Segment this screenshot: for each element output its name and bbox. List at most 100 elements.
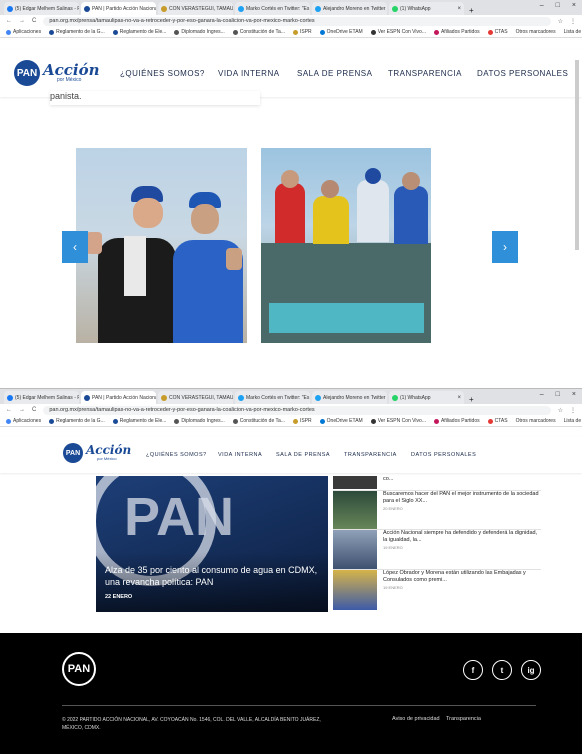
- menu-icon[interactable]: ⋮: [570, 18, 576, 25]
- bookmark-label: Afiliados Partidos: [440, 29, 480, 35]
- news-title: López Obrador y Morena están utilizando …: [383, 570, 526, 583]
- star-icon[interactable]: ☆: [558, 407, 563, 414]
- bookmark-item[interactable]: CTAS: [487, 418, 508, 424]
- footer-pan-logo[interactable]: PAN: [62, 652, 96, 686]
- pan-logo[interactable]: PAN Acción por México: [14, 60, 100, 86]
- bookmark-label: Ver ESPN Con Vivo...: [377, 418, 426, 424]
- bookmarks-bar-2: Aplicaciones Reglamento de la G... Reglame…: [0, 416, 582, 427]
- twitter-icon[interactable]: t: [492, 660, 512, 680]
- browser-tab[interactable]: (5) Edgar Melhem Salinas - Fr×: [4, 391, 79, 404]
- nav-vida-interna[interactable]: VIDA INTERNA: [218, 452, 262, 458]
- bookmark-item[interactable]: Reglamento de la G...: [49, 418, 105, 424]
- bookmark-item[interactable]: Reglamento de Ele...: [112, 29, 166, 35]
- privacy-link[interactable]: Aviso de privacidad: [392, 716, 440, 722]
- bookmark-icon: [232, 29, 238, 35]
- reload-icon[interactable]: C: [32, 407, 36, 413]
- forward-icon[interactable]: →: [19, 407, 25, 413]
- new-tab-icon[interactable]: +: [469, 395, 474, 404]
- close-icon[interactable]: ×: [457, 395, 461, 401]
- nav-datos-personales[interactable]: DATOS PERSONALES: [477, 69, 568, 78]
- bookmark-icon: [6, 418, 11, 424]
- scrollbar[interactable]: [575, 60, 579, 250]
- bookmark-folder[interactable]: Lista de lectura: [564, 29, 582, 35]
- carousel-prev-button[interactable]: ‹: [62, 231, 88, 263]
- url-field-2[interactable]: pan.org.mx/prensa/tamaulipas-no-va-a-ret…: [43, 405, 551, 415]
- nav-sala-de-prensa[interactable]: SALA DE PRENSA: [276, 452, 330, 458]
- pan-logo-2[interactable]: PAN Acción por México: [63, 443, 131, 463]
- bookmark-item[interactable]: CTAS: [487, 29, 508, 35]
- news-item-3[interactable]: López Obrador y Morena están utilizando …: [333, 570, 541, 610]
- bookmark-item[interactable]: ISPR: [293, 29, 312, 35]
- bookmark-item[interactable]: Constitución de Ta...: [232, 29, 285, 35]
- bookmark-item[interactable]: Aplicaciones: [6, 29, 41, 35]
- tab-label: (5) Edgar Melhem Salinas - Fr: [15, 394, 79, 401]
- browser-tab[interactable]: Alejandro Moreno en Twitter×: [312, 391, 387, 404]
- nav-transparencia[interactable]: TRANSPARENCIA: [344, 452, 397, 458]
- browser-tab[interactable]: (1) WhatsApp ×: [389, 391, 464, 404]
- bookmark-item[interactable]: Reglamento de Ele...: [112, 418, 166, 424]
- browser-tab[interactable]: Marko Cortés en Twitter: "Es×: [235, 391, 310, 404]
- bookmark-item[interactable]: Afiliados Partidos: [433, 29, 480, 35]
- back-icon[interactable]: ←: [6, 18, 12, 24]
- close-window-icon[interactable]: ×: [572, 2, 576, 9]
- news-item-2[interactable]: Acción Nacional siempre ha defendido y d…: [333, 530, 541, 570]
- nav-sala-de-prensa[interactable]: SALA DE PRENSA: [297, 69, 372, 78]
- minimize-icon[interactable]: –: [540, 391, 544, 398]
- bookmark-item[interactable]: Aplicaciones: [6, 418, 41, 424]
- browser-tab[interactable]: CON VERASTEGUI, TAMAULI...×: [158, 391, 233, 404]
- nav-quienes-somos[interactable]: ¿QUIÉNES SOMOS?: [120, 69, 205, 78]
- news-item-0[interactable]: co...: [333, 476, 541, 489]
- menu-icon[interactable]: ⋮: [570, 407, 576, 414]
- forward-icon[interactable]: →: [19, 18, 25, 24]
- star-icon[interactable]: ☆: [558, 18, 563, 25]
- back-icon[interactable]: ←: [6, 407, 12, 413]
- bookmark-item[interactable]: Ver ESPN Con Vivo...: [370, 418, 426, 424]
- browser-tab[interactable]: (1) WhatsApp ×: [389, 2, 464, 15]
- news-item-1[interactable]: Buscaremos hacer del PAN el mejor instru…: [333, 491, 541, 531]
- url-field[interactable]: pan.org.mx/prensa/tamaulipas-no-va-a-ret…: [43, 16, 551, 26]
- reload-icon[interactable]: C: [32, 18, 36, 24]
- chevron-right-icon: ›: [503, 240, 507, 254]
- nav-transparencia[interactable]: TRANSPARENCIA: [388, 69, 462, 78]
- close-icon[interactable]: ×: [457, 6, 461, 12]
- transparency-link[interactable]: Transparencia: [446, 716, 481, 722]
- bookmark-folder[interactable]: Otros marcadores: [516, 418, 556, 424]
- bookmark-label: ISPR: [300, 418, 312, 424]
- browser-tab[interactable]: (5) Edgar Melhem Salinas - Fr×: [4, 2, 79, 15]
- bookmark-label: Reglamento de la G...: [56, 418, 105, 424]
- browser-tab[interactable]: CON VERASTEGUI, TAMAULI...×: [158, 2, 233, 15]
- nav-vida-interna[interactable]: VIDA INTERNA: [218, 69, 280, 78]
- bookmark-item[interactable]: Reglamento de la G...: [49, 29, 105, 35]
- social-links: f t ig: [463, 660, 541, 680]
- bookmark-icon: [370, 418, 376, 424]
- bookmark-folder[interactable]: Lista de lectura: [564, 418, 582, 424]
- bookmark-item[interactable]: OneDrive ETAM: [319, 418, 363, 424]
- pan-logo-circle: PAN: [14, 60, 40, 86]
- bookmark-item[interactable]: Afiliados Partidos: [433, 418, 480, 424]
- bookmark-item[interactable]: Ver ESPN Con Vivo...: [370, 29, 426, 35]
- browser-tab[interactable]: Alejandro Moreno en Twitter×: [312, 2, 387, 15]
- minimize-icon[interactable]: –: [540, 2, 544, 9]
- nav-datos-personales[interactable]: DATOS PERSONALES: [411, 452, 476, 458]
- maximize-icon[interactable]: □: [556, 2, 560, 9]
- maximize-icon[interactable]: □: [556, 391, 560, 398]
- browser-tab[interactable]: Marko Cortés en Twitter: "Es×: [235, 2, 310, 15]
- bookmark-item[interactable]: OneDrive ETAM: [319, 29, 363, 35]
- tab-favicon-icon: [315, 5, 321, 12]
- bookmark-item[interactable]: Constitución de Ta...: [232, 418, 285, 424]
- tab-label: (5) Edgar Melhem Salinas - Fr: [15, 5, 79, 12]
- carousel-next-button[interactable]: ›: [492, 231, 518, 263]
- instagram-icon[interactable]: ig: [521, 660, 541, 680]
- new-tab-icon[interactable]: +: [469, 6, 474, 15]
- main-news-card[interactable]: PAN Alza de 35 por ciento al consumo de …: [96, 476, 328, 612]
- nav-quienes-somos[interactable]: ¿QUIÉNES SOMOS?: [146, 452, 207, 458]
- bookmark-item[interactable]: Diplomado Ingres...: [174, 29, 225, 35]
- bookmark-item[interactable]: Diplomado Ingres...: [174, 418, 225, 424]
- browser-tab[interactable]: PAN | Partido Acción Nacional×: [81, 2, 156, 15]
- facebook-icon[interactable]: f: [463, 660, 483, 680]
- browser-tab[interactable]: PAN | Partido Acción Nacional×: [81, 391, 156, 404]
- bookmark-item[interactable]: ISPR: [293, 418, 312, 424]
- tab-favicon-icon: [392, 5, 398, 12]
- close-window-icon[interactable]: ×: [572, 391, 576, 398]
- bookmark-folder[interactable]: Otros marcadores: [516, 29, 556, 35]
